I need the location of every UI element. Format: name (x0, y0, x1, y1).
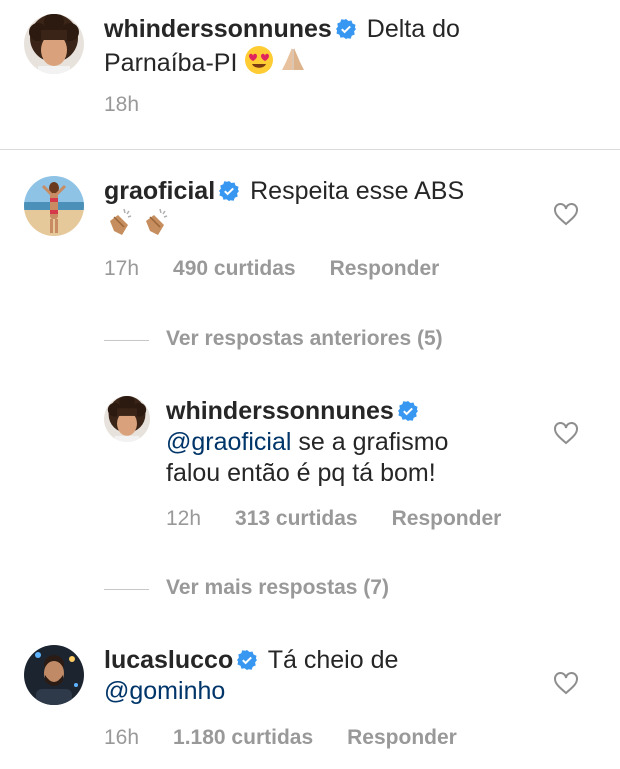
divider (0, 149, 620, 150)
view-more-replies-button[interactable]: Ver mais respostas (7) (166, 576, 389, 600)
likes-count[interactable]: 1.180 curtidas (173, 726, 313, 749)
replies-divider-line (104, 340, 149, 341)
comment-body: Tá cheio de (267, 646, 399, 674)
post-username[interactable]: whinderssonnunes (104, 15, 332, 43)
avatar-graoficial[interactable] (24, 176, 84, 236)
folded-hands-emoji (278, 45, 308, 83)
reply-meta: 12h 313 curtidas Responder (166, 507, 535, 531)
heart-eyes-emoji (244, 45, 274, 83)
comment-body: Respeita esse ABS (250, 177, 465, 205)
reply-time: 12h (166, 507, 202, 530)
verified-badge-icon (219, 181, 240, 201)
avatar-whinderssonnunes[interactable] (24, 14, 84, 74)
avatar-lucaslucco[interactable] (24, 645, 84, 705)
post-caption-line2: Parnaíba-PI (104, 49, 238, 77)
reply-text: whinderssonnunes @graoficial se a grafis… (166, 396, 546, 489)
reply-body-line1: se a grafismo (298, 428, 449, 456)
verified-badge-icon (335, 19, 356, 39)
comment-mention-link[interactable]: @gominho (104, 677, 225, 705)
post-meta: 18h (104, 93, 173, 117)
comment-text-graoficial: graoficial Respeita esse ABS (104, 176, 544, 247)
post-caption-line1: Delta do (366, 15, 460, 43)
comment-username[interactable]: graoficial (104, 177, 215, 205)
reply-body-line2: falou então é pq tá bom! (166, 459, 436, 487)
reply-button[interactable]: Responder (330, 257, 440, 280)
reply-mention-link[interactable]: @graoficial (166, 428, 291, 456)
reply-button[interactable]: Responder (347, 726, 457, 749)
comment-meta: 17h 490 curtidas Responder (104, 257, 473, 281)
likes-count[interactable]: 313 curtidas (235, 507, 358, 530)
verified-badge-icon (397, 401, 418, 421)
like-heart-icon[interactable] (553, 202, 579, 226)
avatar-whinderssonnunes-reply[interactable] (104, 396, 150, 442)
reply-button[interactable]: Responder (392, 507, 502, 530)
clapping-hands-emoji (140, 207, 172, 247)
reply-username[interactable]: whinderssonnunes (166, 397, 394, 425)
replies-divider-line (104, 589, 149, 590)
verified-badge-icon (237, 650, 258, 670)
comment-time: 17h (104, 257, 140, 280)
like-heart-icon[interactable] (553, 421, 579, 445)
post-time: 18h (104, 93, 140, 116)
comment-text-lucaslucco: lucaslucco Tá cheio de @gominho (104, 645, 544, 707)
post-caption: whinderssonnunes Delta do Parnaíba-PI (104, 14, 584, 83)
likes-count[interactable]: 490 curtidas (173, 257, 296, 280)
comment-meta: 16h 1.180 curtidas Responder (104, 726, 491, 750)
like-heart-icon[interactable] (553, 671, 579, 695)
clapping-hands-emoji (104, 207, 136, 247)
view-previous-replies-button[interactable]: Ver respostas anteriores (5) (166, 327, 443, 351)
comment-username[interactable]: lucaslucco (104, 646, 233, 674)
comment-time: 16h (104, 726, 140, 749)
